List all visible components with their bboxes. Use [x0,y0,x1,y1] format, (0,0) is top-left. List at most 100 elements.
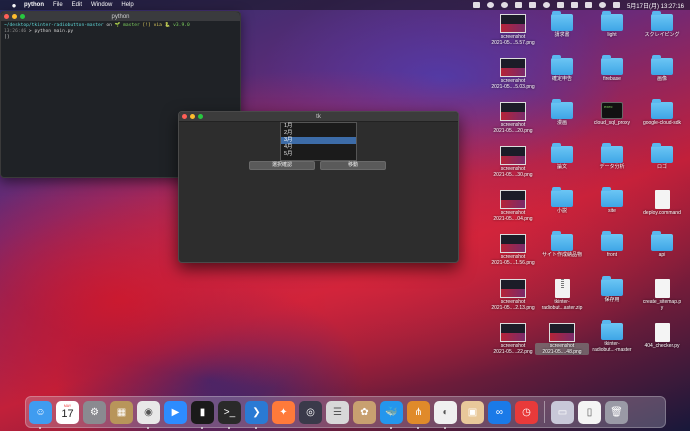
chrome-icon[interactable]: ◉ [137,400,160,429]
desktop-item-doc[interactable]: deploy.command [635,190,689,216]
desktop-item-label: tkinter- radiobut...aster.zip [541,299,583,311]
confirm-selection-button[interactable]: 選択確認 [249,161,315,170]
desktop-item-shot[interactable]: screenshot 2021-05....22.png [486,323,540,355]
control-center-icon[interactable] [612,2,620,8]
folder-icon [551,55,573,75]
desktop-item-folder[interactable]: 確定申告 [535,55,589,82]
document-stack-icon[interactable]: ▯ [578,400,601,424]
desktop-item-shot[interactable]: screenshot 2021-05....5.57.png [486,14,540,46]
desktop-item-shot[interactable]: screenshot 2021-05....2.13.png [486,279,540,311]
package-icon[interactable]: ✿ [353,400,376,424]
preview-icon[interactable]: ▣ [461,400,484,424]
desktop-item-folder[interactable]: site [585,187,639,214]
calendar-icon[interactable]: MAY 17 [56,400,79,424]
terminal-output[interactable]: ~/desktop/tkinter-radiobutton-master on … [1,21,240,43]
archive-icon[interactable]: ▦ [110,400,133,424]
desktop-item-label: データ分析 [599,164,625,170]
menu-edit[interactable]: Edit [72,2,82,8]
bluetooth-icon[interactable] [556,2,564,8]
listbox-item[interactable]: 5月 [281,151,356,158]
menu-clock[interactable]: 5月17日(月) 13:27:16 [627,1,684,10]
desktop-item-folder[interactable]: 漫画 [535,99,589,126]
activity-monitor-icon[interactable]: ▮ [191,400,214,429]
terminal-titlebar[interactable]: python [1,12,240,21]
screenshot-stack-icon[interactable]: ▭ [551,400,574,424]
desktop-item-folder[interactable]: スクレイピング [635,11,689,38]
listbox-item[interactable]: 2月 [281,130,356,137]
desktop-item-shot[interactable]: screenshot 2021-05....04.png [486,190,540,222]
wifi-icon[interactable] [570,2,578,8]
clock-icon[interactable]: ◷ [515,400,538,424]
vscode-glyph: ❯ [252,406,261,418]
status-sync-icon[interactable] [486,2,494,8]
desktop-item-label: サイト作成納品物 [541,252,582,258]
listbox-item[interactable]: 1月 [281,123,356,130]
sequel-glyph: ☰ [333,406,342,418]
docker-icon[interactable]: 🐳 [380,400,403,429]
tk-window[interactable]: tk 1月 2月 3月 4月 5月 選択確認 移動 [178,111,459,263]
infinity-icon[interactable]: ∞ [488,400,511,424]
desktop-item-shot[interactable]: screenshot 2021-05....30.png [486,146,540,178]
desktop-item-folder[interactable]: 保存用 [585,276,639,303]
menu-help[interactable]: Help [121,2,133,8]
listbox-item[interactable]: 4月 [281,144,356,151]
desktop-item-label: screenshot 2021-05....22.png [493,343,533,355]
image-file-icon [500,58,526,77]
desktop-item-folder[interactable]: api [635,231,689,258]
desktop-item-folder[interactable]: サイト作成納品物 [535,231,589,258]
desktop-item-folder[interactable]: 画像 [635,55,689,82]
desktop-item-exec[interactable]: exec cloud_sql_proxy [585,102,639,126]
finder-icon[interactable]: ☺ [29,400,52,429]
desktop-item-shot[interactable]: screenshot 2021-05....5.03.png [486,58,540,90]
status-app-icon[interactable] [472,2,480,8]
desktop-item-folder[interactable]: firebase [585,55,639,82]
safari-icon[interactable]: ✦ [272,400,295,424]
desktop-item-folder[interactable]: front [585,231,639,258]
desktop-item-label: site [608,208,616,214]
desktop-item-doc[interactable]: create_sitemap.p y [635,279,689,311]
battery-icon[interactable] [584,2,592,8]
trash-icon[interactable]: 🗑 [605,400,628,424]
status-p-icon[interactable] [514,2,522,8]
desktop-item-shot[interactable]: screenshot 2021-05....48.png [535,323,589,355]
folder-icon [601,55,623,75]
image-file-icon [500,14,526,33]
desktop-item-folder[interactable]: データ分析 [585,143,639,170]
search-icon[interactable] [598,2,606,8]
desktop-item-folder[interactable]: 論文 [535,143,589,170]
desktop-item-shot[interactable]: screenshot 2021-05....1.56.png [486,234,540,266]
tableplus-icon[interactable]: ◐ [434,400,457,429]
desktop-item-folder[interactable]: light [585,11,639,38]
vscode-icon[interactable]: ❯ [245,400,268,429]
month-listbox[interactable]: 1月 2月 3月 4月 5月 [280,122,357,161]
desktop-item-zip[interactable]: tkinter- radiobut...aster.zip [535,279,589,311]
sequel-icon[interactable]: ☰ [326,400,349,424]
listbox-item-selected[interactable]: 3月 [281,137,356,144]
terminal-icon[interactable]: >_ [218,400,241,429]
desktop-item-folder[interactable]: tkinter- radiobut...-master [585,320,639,353]
sourcetree-icon[interactable]: ⋔ [407,400,430,429]
folder-icon [551,143,573,163]
zoom-icon[interactable]: ▶ [164,400,187,424]
desktop-item-doc[interactable]: 404_checker.py [635,323,689,349]
folder-icon [601,320,623,340]
desktop-item-shot[interactable]: screenshot 2021-05....20.png [486,102,540,134]
desktop-item-folder[interactable]: google-cloud-sdk [635,99,689,126]
menu-file[interactable]: File [53,2,63,8]
tk-titlebar[interactable]: tk [179,112,458,122]
quicktime-icon[interactable]: ◎ [299,400,322,424]
status-record-icon[interactable] [500,2,508,8]
desktop-item-folder[interactable]: 小説 [535,187,589,214]
desktop-item-folder[interactable]: 請求書 [535,11,589,38]
move-button[interactable]: 移動 [320,161,386,170]
status-timer-icon[interactable] [542,2,550,8]
status-cloud-icon[interactable] [528,2,536,8]
menu-window[interactable]: Window [91,2,112,8]
clock-glyph: ◷ [522,406,531,418]
desktop-item-label: 請求書 [554,32,570,38]
desktop-item-folder[interactable]: ロゴ [635,143,689,170]
menu-app-python[interactable]: python [24,2,44,8]
desktop-item-label: google-cloud-sdk [642,120,682,126]
system-preferences-icon[interactable]: ⚙ [83,400,106,424]
apple-icon[interactable]: ● [10,1,18,10]
